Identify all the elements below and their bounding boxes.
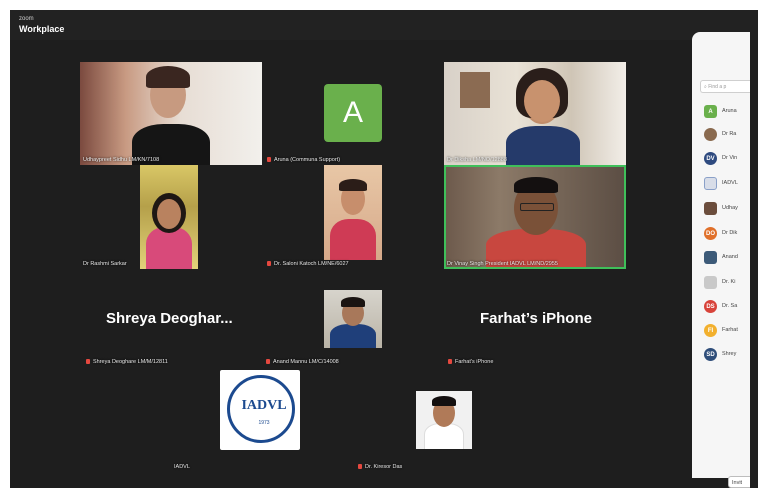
video-tile-saloni[interactable]: Dr. Saloni Katoch LM/NE/6027 <box>264 165 448 269</box>
iadvl-logo: IADVL 1973 <box>227 375 295 443</box>
participant-video <box>140 165 198 269</box>
iadvl-logo-tile[interactable]: IADVL 1973 <box>220 370 300 450</box>
title-bar: zoom Workplace <box>10 10 758 40</box>
video-tile-udhaypreet[interactable]: Udhaypreet Sidhu LM/KN/7108 <box>80 62 262 165</box>
participants-search-input[interactable]: ⌕ Find a p <box>700 80 750 93</box>
mic-muted-icon <box>448 359 452 365</box>
participant-name: IADVL <box>174 464 190 470</box>
mic-muted-icon <box>266 359 270 365</box>
invite-button[interactable]: Invit <box>728 476 750 488</box>
participant-list-name: IADVL <box>722 180 738 186</box>
avatar: A <box>704 105 717 118</box>
participant-list-name: Anand <box>722 254 738 260</box>
participant-list-item[interactable]: DV Dr Vin <box>704 152 750 166</box>
participant-name: Farhat’s iPhone <box>448 359 493 365</box>
participant-list-name: Dr Vin <box>722 155 738 161</box>
participant-video <box>80 62 262 165</box>
avatar: A <box>324 84 382 142</box>
participant-video <box>444 62 626 165</box>
participant-list-item[interactable]: Dr Ra <box>704 128 750 142</box>
participant-list-item[interactable]: Dr. Ki <box>704 276 750 290</box>
participant-list-name: Dr. Ki <box>722 279 736 285</box>
mic-muted-icon <box>267 261 271 267</box>
participant-list-name: Dr. Sa <box>722 303 738 309</box>
participant-name: Dr Diksha LM/NO/12888 <box>447 157 507 163</box>
participant-list-item[interactable]: Anand <box>704 251 750 265</box>
participant-list-item[interactable]: DS Dr. Sa <box>704 300 750 314</box>
avatar: DS <box>704 300 717 313</box>
avatar: FI <box>704 324 717 337</box>
mic-muted-icon <box>267 157 271 163</box>
participant-list-item[interactable]: IADVL <box>704 177 750 191</box>
participant-list-item[interactable]: FI Farhat <box>704 324 750 338</box>
participant-video-kiresor[interactable] <box>416 391 472 449</box>
avatar: SD <box>704 348 717 361</box>
participant-name-large: Shreya Deoghar... <box>106 310 233 327</box>
participant-name: Aruna (Communa Support) <box>267 157 340 163</box>
brand-main: Workplace <box>19 24 65 34</box>
avatar <box>704 202 717 215</box>
participant-list-item[interactable]: Udhay <box>704 202 750 216</box>
participant-name: Dr. Saloni Katoch LM/NE/6027 <box>267 261 349 267</box>
video-tile-rashmi[interactable]: Dr Rashmi Sarkar <box>80 165 262 269</box>
zoom-window: zoom Workplace Udhaypreet Sidhu LM/KN/71… <box>10 10 758 488</box>
participants-panel: ⌕ Find a p A Aruna Dr Ra DV Dr Vin IADVL… <box>692 32 750 488</box>
mic-muted-icon <box>86 359 90 365</box>
brand-small: zoom <box>19 16 34 22</box>
participant-name: Anand Mannu LM/C/14008 <box>266 359 339 365</box>
video-tile-diksha[interactable]: Dr Diksha LM/NO/12888 <box>444 62 626 165</box>
mic-muted-icon <box>358 464 362 470</box>
video-gallery: Udhaypreet Sidhu LM/KN/7108 A Aruna (Com… <box>10 40 700 488</box>
participant-list-item[interactable]: SD Shrey <box>704 348 750 362</box>
participant-video-anand[interactable] <box>324 290 382 348</box>
avatar <box>704 251 717 264</box>
participant-name: Dr. Kiresor Das <box>358 464 402 470</box>
participant-video <box>324 165 382 260</box>
participant-name: Udhaypreet Sidhu LM/KN/7108 <box>83 157 160 163</box>
participant-name: Dr Rashmi Sarkar <box>83 261 127 267</box>
participant-list-item[interactable]: A Aruna <box>704 105 750 119</box>
participant-list-name: Shrey <box>722 351 737 357</box>
participant-list-name: Farhat <box>722 327 738 333</box>
participant-name: Shreya Deoghare LM/M/12811 <box>86 359 168 365</box>
search-icon: ⌕ <box>704 84 707 90</box>
participant-list-name: Udhay <box>722 205 738 211</box>
participant-list-name: Dr Ra <box>722 131 737 137</box>
avatar <box>704 276 717 289</box>
avatar <box>704 128 717 141</box>
participant-list-item[interactable]: DO Dr Dik <box>704 227 750 241</box>
avatar: DV <box>704 152 717 165</box>
participant-video <box>446 167 624 267</box>
video-tile-vinay-active-speaker[interactable]: Dr Vinay Singh President IADVL LM/ND/295… <box>444 165 626 269</box>
avatar <box>704 177 717 190</box>
participant-name: Dr Vinay Singh President IADVL LM/ND/295… <box>447 261 558 267</box>
video-tile-aruna[interactable]: A Aruna (Communa Support) <box>264 62 448 165</box>
participant-name-large: Farhat’s iPhone <box>480 310 592 327</box>
participant-list-name: Dr Dik <box>722 230 738 236</box>
avatar: DO <box>704 227 717 240</box>
participant-list-name: Aruna <box>722 108 737 114</box>
